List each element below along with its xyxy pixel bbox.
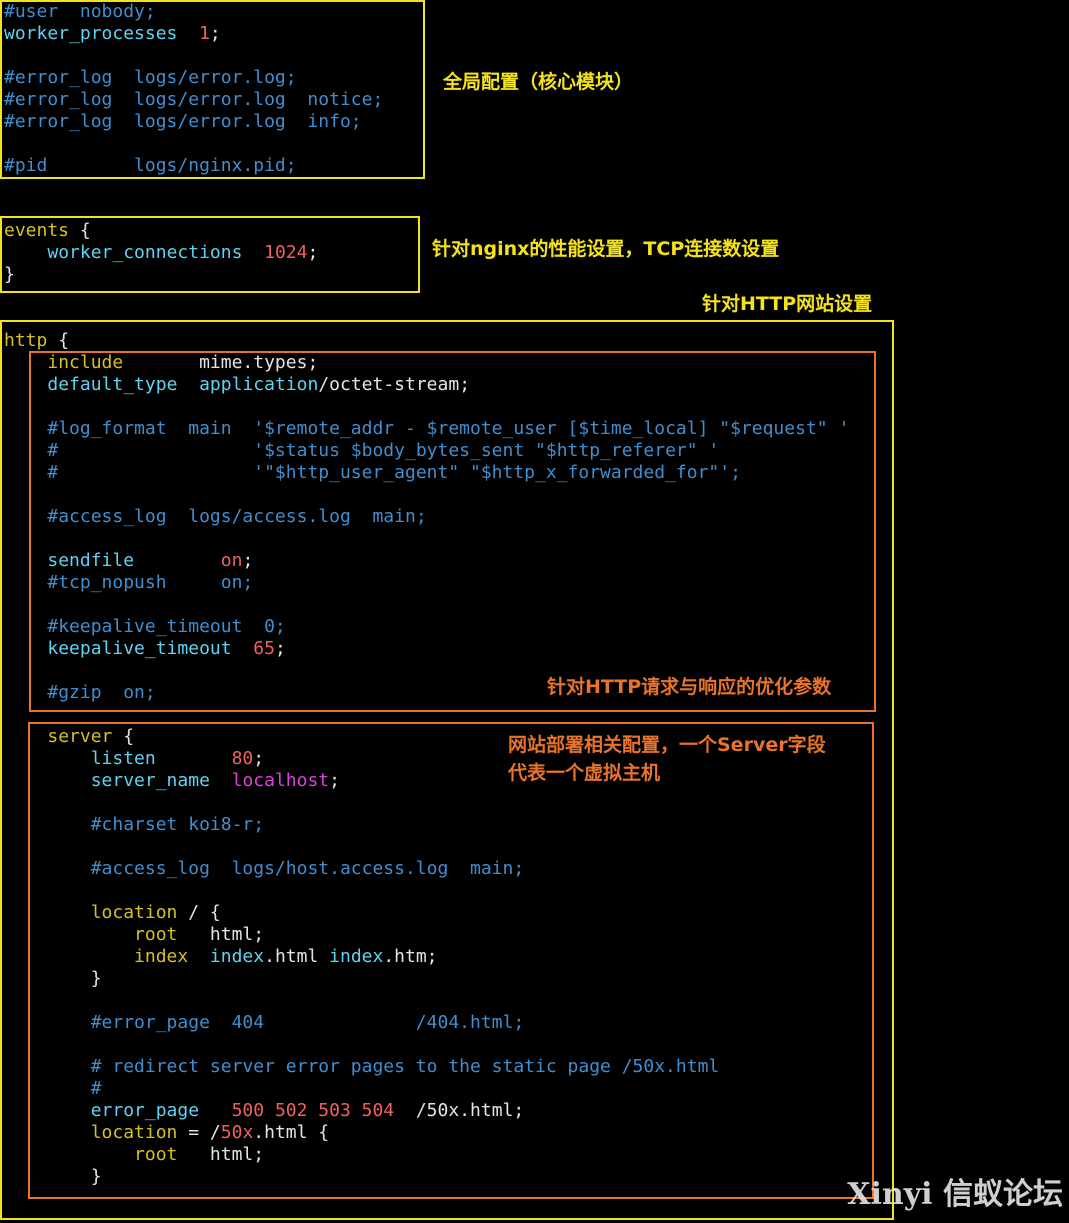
number: 80 bbox=[231, 748, 254, 769]
keyword: root bbox=[134, 1144, 178, 1165]
keyword: server bbox=[47, 726, 113, 747]
code-line: #error_log logs/error.log; bbox=[4, 67, 297, 88]
keyword: include bbox=[47, 352, 124, 373]
value: .html bbox=[264, 946, 330, 967]
code-line: #error_log logs/error.log notice; bbox=[4, 89, 384, 110]
annotation-http: 针对HTTP网站设置 bbox=[702, 293, 873, 315]
keyword: root bbox=[134, 924, 178, 945]
code-line: # redirect server error pages to the sta… bbox=[90, 1056, 720, 1077]
directive: listen bbox=[90, 748, 156, 769]
code-line: #user nobody; bbox=[4, 1, 156, 22]
code-line: #access_log logs/access.log main; bbox=[47, 506, 427, 527]
value: index bbox=[209, 946, 265, 967]
value: localhost bbox=[231, 770, 330, 791]
directive: default_type bbox=[47, 374, 178, 395]
code-line: #access_log logs/host.access.log main; bbox=[90, 858, 525, 879]
code-line: #keepalive_timeout 0; bbox=[47, 616, 286, 637]
code-line: #error_page 404 /404.html; bbox=[90, 1012, 525, 1033]
number: 500 502 503 504 bbox=[231, 1100, 395, 1121]
annotation-events: 针对nginx的性能设置，TCP连接数设置 bbox=[432, 238, 780, 260]
code-line: # '"$http_user_agent" "$http_x_forwarded… bbox=[47, 462, 741, 483]
keyword: location bbox=[90, 1122, 178, 1143]
value: html; bbox=[209, 1144, 265, 1165]
code-http: http { include mime.types; default_type … bbox=[4, 330, 850, 1187]
code-line: #log_format main '$remote_addr - $remote… bbox=[47, 418, 850, 439]
value: index bbox=[329, 946, 384, 967]
code-line: #tcp_nopush on; bbox=[47, 572, 254, 593]
forum-watermark: Xinyi 信蚁论坛 bbox=[847, 1177, 1063, 1212]
directive: worker_processes bbox=[4, 23, 178, 44]
annotation-global: 全局配置（核心模块） bbox=[443, 71, 634, 93]
value: on bbox=[220, 550, 243, 571]
code-global: #user nobody; worker_processes 1; #error… bbox=[4, 1, 384, 176]
code-events: events { worker_connections 1024; } bbox=[4, 220, 319, 285]
directive: keepalive_timeout bbox=[47, 638, 232, 659]
code-line: #charset koi8-r; bbox=[90, 814, 265, 835]
keyword: location bbox=[90, 902, 178, 923]
code-line: #error_log logs/error.log info; bbox=[4, 111, 362, 132]
value: / { bbox=[188, 902, 221, 923]
value: .html { bbox=[253, 1122, 330, 1143]
value: mime.types; bbox=[199, 352, 319, 373]
number: 65 bbox=[253, 638, 275, 659]
number: 1024 bbox=[264, 242, 308, 263]
value: /octet-stream; bbox=[318, 374, 471, 395]
keyword: index bbox=[134, 946, 189, 967]
keyword: events bbox=[4, 220, 70, 241]
value: .htm; bbox=[383, 946, 438, 967]
value: /50x.html; bbox=[415, 1100, 525, 1121]
value: = / bbox=[188, 1122, 221, 1143]
directive: error_page bbox=[90, 1100, 200, 1121]
directive: sendfile bbox=[47, 550, 135, 571]
value: application bbox=[199, 374, 319, 395]
keyword: http bbox=[4, 330, 48, 351]
code-line: #pid logs/nginx.pid; bbox=[4, 155, 297, 176]
directive: server_name bbox=[90, 770, 210, 791]
number: 50x bbox=[220, 1122, 254, 1143]
code-line: # bbox=[90, 1078, 102, 1099]
code-line: # '$status $body_bytes_sent "$http_refer… bbox=[47, 440, 720, 461]
code-line: #gzip on; bbox=[47, 682, 156, 703]
value: html; bbox=[209, 924, 265, 945]
directive: worker_connections bbox=[47, 242, 243, 263]
number: 1 bbox=[199, 23, 210, 44]
